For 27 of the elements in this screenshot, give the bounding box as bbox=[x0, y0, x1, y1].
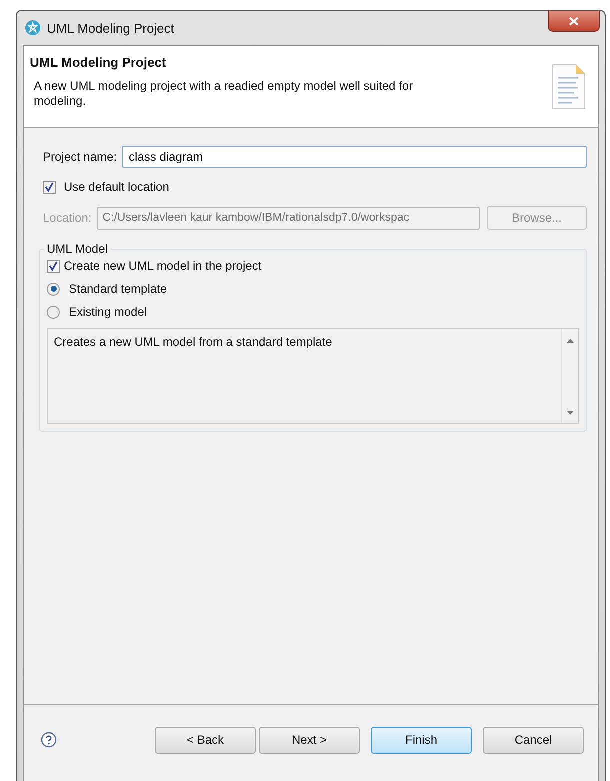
window-title: UML Modeling Project bbox=[47, 20, 174, 36]
scroll-up-icon[interactable] bbox=[566, 339, 574, 343]
dialog-button[interactable]: Next > bbox=[259, 726, 360, 754]
radio-button[interactable] bbox=[47, 306, 60, 318]
dialog-button[interactable]: Finish bbox=[371, 726, 472, 754]
dialog-button[interactable]: < Back bbox=[155, 726, 256, 754]
checkbox[interactable] bbox=[43, 180, 56, 194]
checkbox-label: Use default location bbox=[64, 180, 170, 194]
help-icon[interactable] bbox=[41, 732, 57, 748]
document-icon bbox=[552, 64, 586, 110]
project-name-field[interactable]: class diagram bbox=[122, 146, 587, 168]
description-text: Creates a new UML model from a standard template bbox=[53, 334, 334, 351]
close-button[interactable] bbox=[548, 11, 600, 32]
radio-label: Existing model bbox=[69, 305, 148, 319]
dialog-button[interactable]: Cancel bbox=[483, 726, 584, 754]
checkbox[interactable] bbox=[47, 260, 60, 272]
checkbox-label: Create new UML model in the project bbox=[64, 259, 262, 273]
radio-label: Standard template bbox=[69, 282, 168, 296]
radio-button[interactable] bbox=[47, 282, 60, 296]
app-icon bbox=[25, 20, 41, 36]
page-description: A new UML modeling project with a readied empty model well suited for modeling. bbox=[34, 79, 414, 109]
scroll-down-icon[interactable] bbox=[566, 411, 574, 415]
location-label: Location: bbox=[43, 211, 92, 225]
project-name-label: Project name: bbox=[43, 150, 118, 164]
page-title: UML Modeling Project bbox=[30, 55, 168, 70]
group-title: UML Model bbox=[46, 242, 109, 256]
close-icon bbox=[569, 16, 579, 26]
